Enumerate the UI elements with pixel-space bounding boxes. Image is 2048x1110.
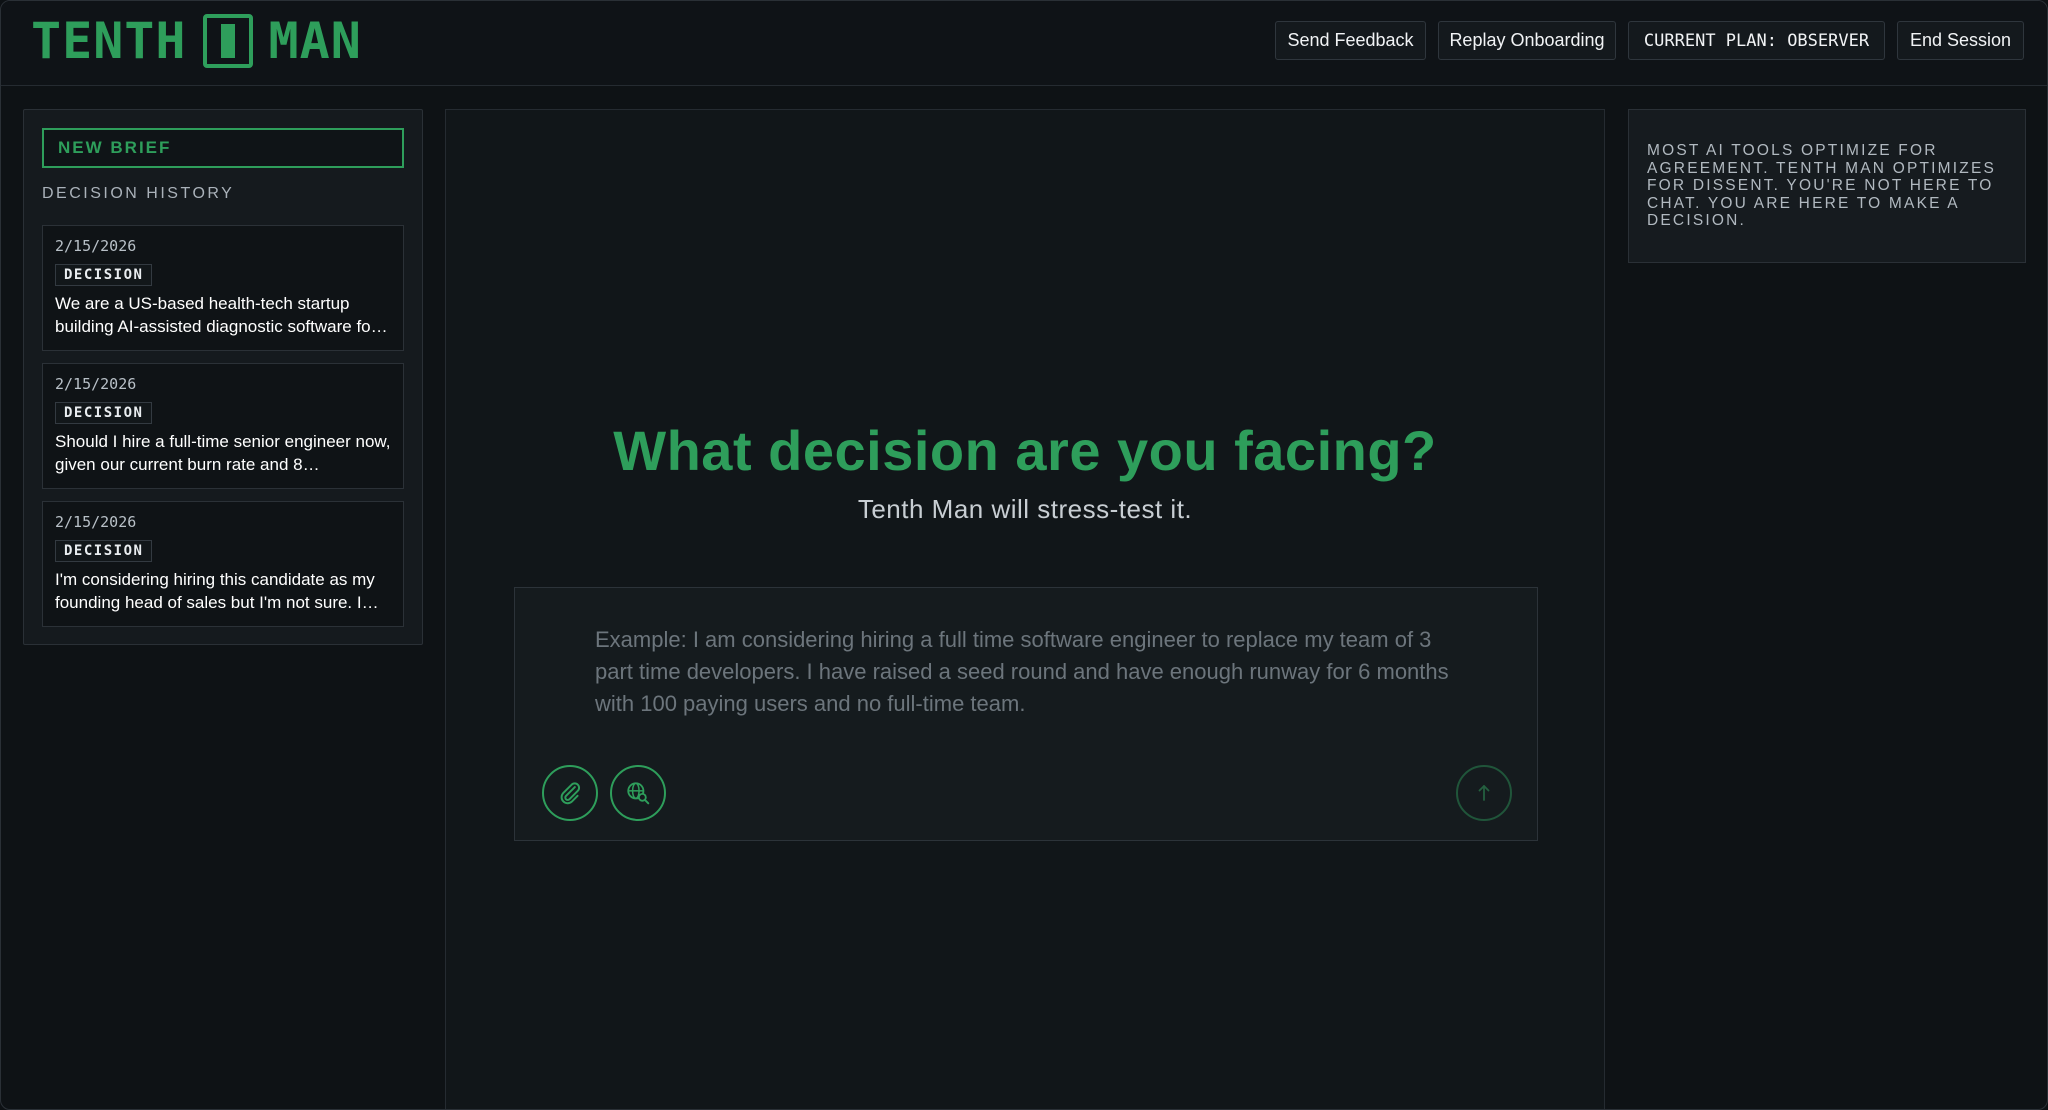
decision-composer xyxy=(514,587,1538,841)
send-button[interactable] xyxy=(1456,765,1512,821)
main-panel: What decision are you facing? Tenth Man … xyxy=(445,109,1605,1109)
decision-badge: DECISION xyxy=(55,264,153,286)
app-window: TENTH MAN Send Feedback Replay Onboardin… xyxy=(0,0,2048,1110)
history-item[interactable]: 2/15/2026 DECISION We are a US-based hea… xyxy=(42,225,404,351)
decision-badge: DECISION xyxy=(55,402,153,424)
top-header: TENTH MAN Send Feedback Replay Onboardin… xyxy=(1,1,2047,86)
decision-sidebar: NEW BRIEF DECISION HISTORY 2/15/2026 DEC… xyxy=(23,109,423,645)
info-panel-text: MOST AI TOOLS OPTIMIZE FOR AGREEMENT. TE… xyxy=(1647,142,1997,229)
history-item-date: 2/15/2026 xyxy=(55,237,137,255)
current-plan-button[interactable]: CURRENT PLAN: OBSERVER xyxy=(1628,21,1885,60)
paperclip-icon xyxy=(560,782,581,805)
history-item-date: 2/15/2026 xyxy=(55,375,137,393)
decision-badge: DECISION xyxy=(55,540,153,562)
new-brief-button[interactable]: NEW BRIEF xyxy=(42,128,404,168)
brand-mark-icon xyxy=(202,14,253,68)
arrow-up-icon xyxy=(1478,785,1490,801)
history-item[interactable]: 2/15/2026 DECISION I'm considering hirin… xyxy=(42,501,404,627)
decision-input[interactable] xyxy=(595,624,1475,734)
history-item-summary: Should I hire a full-time senior enginee… xyxy=(55,432,391,474)
web-search-button[interactable] xyxy=(610,765,666,821)
attach-file-button[interactable] xyxy=(542,765,598,821)
page-subtitle: Tenth Man will stress-test it. xyxy=(857,494,1193,524)
page-title: What decision are you facing? xyxy=(613,419,1437,482)
globe-search-icon xyxy=(627,782,650,805)
history-item-summary: We are a US-based health-tech startup bu… xyxy=(55,294,388,336)
decision-history-heading: DECISION HISTORY xyxy=(42,185,235,202)
send-feedback-button[interactable]: Send Feedback xyxy=(1275,21,1426,60)
brand-right-word: MAN xyxy=(268,12,362,70)
replay-onboarding-button[interactable]: Replay Onboarding xyxy=(1438,21,1616,60)
history-item[interactable]: 2/15/2026 DECISION Should I hire a full-… xyxy=(42,363,404,489)
info-panel: MOST AI TOOLS OPTIMIZE FOR AGREEMENT. TE… xyxy=(1628,109,2026,263)
history-item-date: 2/15/2026 xyxy=(55,513,137,531)
brand-logo[interactable]: TENTH MAN xyxy=(31,12,362,70)
end-session-button[interactable]: End Session xyxy=(1897,21,2024,60)
history-item-summary: I'm considering hiring this candidate as… xyxy=(55,570,379,612)
brand-left-word: TENTH xyxy=(31,12,187,70)
